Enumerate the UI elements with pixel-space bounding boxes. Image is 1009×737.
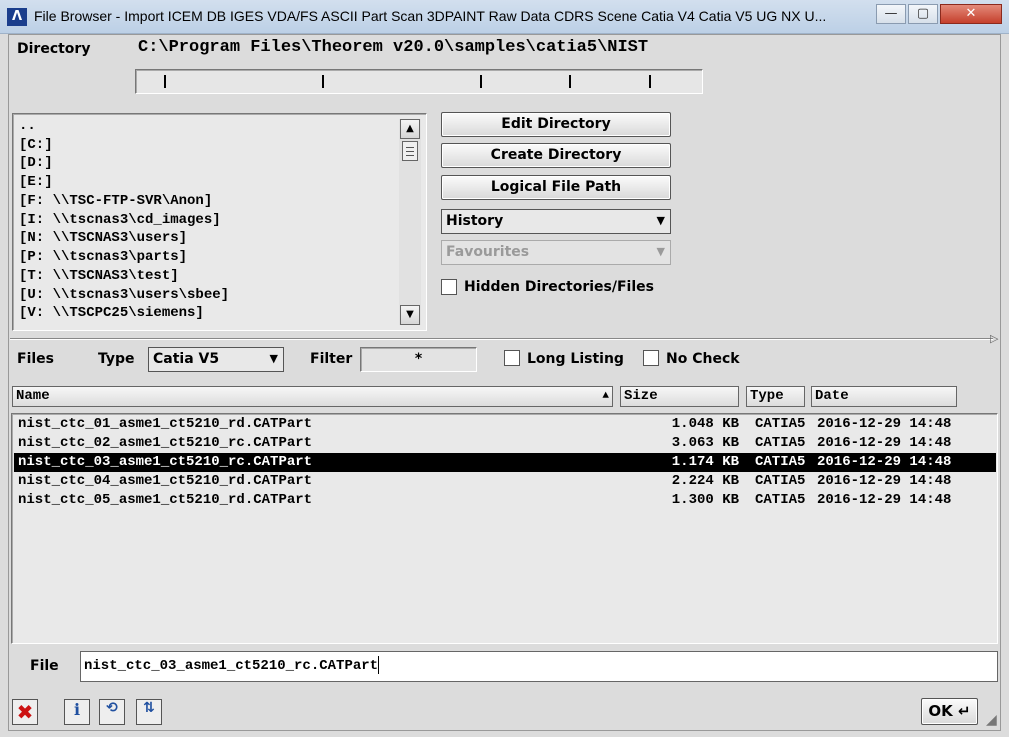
title-bar[interactable]: Λ File Browser - Import ICEM DB IGES VDA… bbox=[0, 0, 1009, 34]
file-date-cell: 2016-12-29 14:48 bbox=[817, 454, 952, 470]
type-label: Type bbox=[98, 351, 135, 367]
file-row[interactable]: nist_ctc_01_asme1_ct5210_rd.CATPart 1.048… bbox=[14, 415, 996, 434]
file-type-cell: CATIA5 bbox=[755, 492, 806, 508]
dropdown-arrow-icon: ▼ bbox=[656, 214, 665, 227]
text-cursor bbox=[378, 656, 380, 675]
file-size-cell: 2.224 KB bbox=[671, 473, 739, 489]
file-type-cell: CATIA5 bbox=[755, 435, 806, 451]
edit-directory-button[interactable]: Edit Directory bbox=[441, 112, 671, 137]
file-row[interactable]: nist_ctc_04_asme1_ct5210_rd.CATPart 2.224… bbox=[14, 472, 996, 491]
scroll-thumb[interactable] bbox=[402, 141, 418, 161]
ok-button[interactable]: OK ↵ bbox=[921, 698, 978, 725]
column-header-size[interactable]: Size bbox=[620, 386, 739, 407]
path-segment-tick[interactable] bbox=[164, 75, 166, 88]
directory-item[interactable]: [N: \\TSCNAS3\users] bbox=[19, 229, 187, 248]
column-header-type[interactable]: Type bbox=[746, 386, 805, 407]
directory-label: Directory bbox=[17, 41, 91, 57]
path-segment-tick[interactable] bbox=[480, 75, 482, 88]
file-type-cell: CATIA5 bbox=[755, 454, 806, 470]
history-label: History bbox=[446, 213, 504, 229]
scroll-up-icon[interactable]: ▲ bbox=[400, 119, 420, 139]
column-header-name[interactable]: Name ▲ bbox=[12, 386, 613, 407]
directory-item[interactable]: [E:] bbox=[19, 173, 53, 192]
long-listing-checkbox[interactable] bbox=[504, 350, 520, 366]
file-type-value: Catia V5 bbox=[153, 351, 220, 367]
file-type-dropdown[interactable]: Catia V5 ▼ bbox=[148, 347, 284, 372]
cancel-icon[interactable]: ✖ bbox=[12, 699, 38, 725]
filter-input[interactable]: * bbox=[360, 347, 477, 372]
no-check-checkbox[interactable] bbox=[643, 350, 659, 366]
create-directory-button[interactable]: Create Directory bbox=[441, 143, 671, 168]
file-date-cell: 2016-12-29 14:48 bbox=[817, 435, 952, 451]
sort-icon[interactable]: ⇅ bbox=[136, 699, 162, 725]
file-date-cell: 2016-12-29 14:48 bbox=[817, 416, 952, 432]
file-size-cell: 1.300 KB bbox=[671, 492, 739, 508]
dropdown-arrow-icon: ▼ bbox=[656, 245, 665, 258]
hidden-files-label: Hidden Directories/Files bbox=[464, 279, 654, 295]
hidden-files-checkbox[interactable] bbox=[441, 279, 457, 295]
directory-item[interactable]: [I: \\tscnas3\cd_images] bbox=[19, 211, 221, 230]
path-segment-tick[interactable] bbox=[322, 75, 324, 88]
dropdown-arrow-icon: ▼ bbox=[269, 352, 278, 365]
minimize-button[interactable]: — bbox=[876, 4, 906, 24]
resize-grip-icon[interactable]: ◢ bbox=[986, 712, 997, 728]
directory-item[interactable]: [F: \\TSC-FTP-SVR\Anon] bbox=[19, 192, 212, 211]
column-header-name-label: Name bbox=[16, 388, 50, 404]
file-name-cell: nist_ctc_05_asme1_ct5210_rd.CATPart bbox=[18, 492, 313, 508]
file-type-cell: CATIA5 bbox=[755, 473, 806, 489]
path-segment-tick[interactable] bbox=[569, 75, 571, 88]
path-segment-tick[interactable] bbox=[649, 75, 651, 88]
file-name-cell: nist_ctc_01_asme1_ct5210_rd.CATPart bbox=[18, 416, 313, 432]
splitter[interactable] bbox=[10, 338, 993, 340]
history-dropdown[interactable]: History ▼ bbox=[441, 209, 671, 234]
file-date-cell: 2016-12-29 14:48 bbox=[817, 473, 952, 489]
file-size-cell: 1.048 KB bbox=[671, 416, 739, 432]
directory-item[interactable]: [D:] bbox=[19, 154, 53, 173]
directory-item[interactable]: [C:] bbox=[19, 136, 53, 155]
sort-ascending-icon: ▲ bbox=[602, 390, 609, 402]
file-name-cell: nist_ctc_02_asme1_ct5210_rc.CATPart bbox=[18, 435, 313, 451]
file-row[interactable]: nist_ctc_02_asme1_ct5210_rc.CATPart 3.063… bbox=[14, 434, 996, 453]
directory-item[interactable]: [V: \\TSCPC25\siemens] bbox=[19, 304, 204, 323]
file-type-cell: CATIA5 bbox=[755, 416, 806, 432]
file-list[interactable]: nist_ctc_01_asme1_ct5210_rd.CATPart 1.048… bbox=[11, 413, 998, 644]
window-title: File Browser - Import ICEM DB IGES VDA/F… bbox=[34, 8, 827, 24]
directory-path: C:\Program Files\Theorem v20.0\samples\c… bbox=[138, 38, 649, 57]
directory-list[interactable]: .. [C:] [D:] [E:] [F: \\TSC-FTP-SVR\Anon… bbox=[12, 113, 427, 331]
info-icon[interactable]: i bbox=[64, 699, 90, 725]
file-row[interactable]: nist_ctc_03_asme1_ct5210_rc.CATPart 1.174… bbox=[14, 453, 996, 472]
directory-scrollbar[interactable]: ▲ ▼ bbox=[399, 119, 421, 325]
directory-item[interactable]: [T: \\TSCNAS3\test] bbox=[19, 267, 179, 286]
file-name-cell: nist_ctc_04_asme1_ct5210_rd.CATPart bbox=[18, 473, 313, 489]
no-check-label: No Check bbox=[666, 351, 740, 367]
file-size-cell: 1.174 KB bbox=[671, 454, 739, 470]
directory-item[interactable]: .. bbox=[19, 117, 36, 136]
directory-item[interactable]: [P: \\tscnas3\parts] bbox=[19, 248, 187, 267]
column-header-date[interactable]: Date bbox=[811, 386, 957, 407]
file-name-cell: nist_ctc_03_asme1_ct5210_rc.CATPart bbox=[18, 454, 313, 470]
directory-item[interactable]: [U: \\tscnas3\users\sbee] bbox=[19, 286, 229, 305]
splitter-arrow-icon[interactable]: ▷ bbox=[990, 332, 998, 345]
logical-file-path-button[interactable]: Logical File Path bbox=[441, 175, 671, 200]
scroll-down-icon[interactable]: ▼ bbox=[400, 305, 420, 325]
favourites-dropdown: Favourites ▼ bbox=[441, 240, 671, 265]
refresh-icon[interactable]: ⟲ bbox=[99, 699, 125, 725]
close-button[interactable]: ✕ bbox=[940, 4, 1002, 24]
filter-label: Filter bbox=[310, 351, 353, 367]
file-label: File bbox=[30, 658, 59, 674]
file-name-input[interactable]: nist_ctc_03_asme1_ct5210_rc.CATPart bbox=[80, 651, 998, 682]
maximize-button[interactable]: ▢ bbox=[908, 4, 938, 24]
theorem-logo-icon: Λ bbox=[7, 8, 27, 26]
long-listing-label: Long Listing bbox=[527, 351, 624, 367]
close-icon: ✕ bbox=[965, 6, 977, 21]
file-name-value: nist_ctc_03_asme1_ct5210_rc.CATPart bbox=[84, 658, 379, 674]
file-date-cell: 2016-12-29 14:48 bbox=[817, 492, 952, 508]
file-row[interactable]: nist_ctc_05_asme1_ct5210_rd.CATPart 1.300… bbox=[14, 491, 996, 510]
path-segment-bar[interactable] bbox=[135, 69, 703, 94]
files-label: Files bbox=[17, 351, 54, 367]
favourites-label: Favourites bbox=[446, 244, 530, 260]
file-size-cell: 3.063 KB bbox=[671, 435, 739, 451]
minimize-icon: — bbox=[884, 6, 898, 21]
maximize-icon: ▢ bbox=[916, 6, 930, 21]
